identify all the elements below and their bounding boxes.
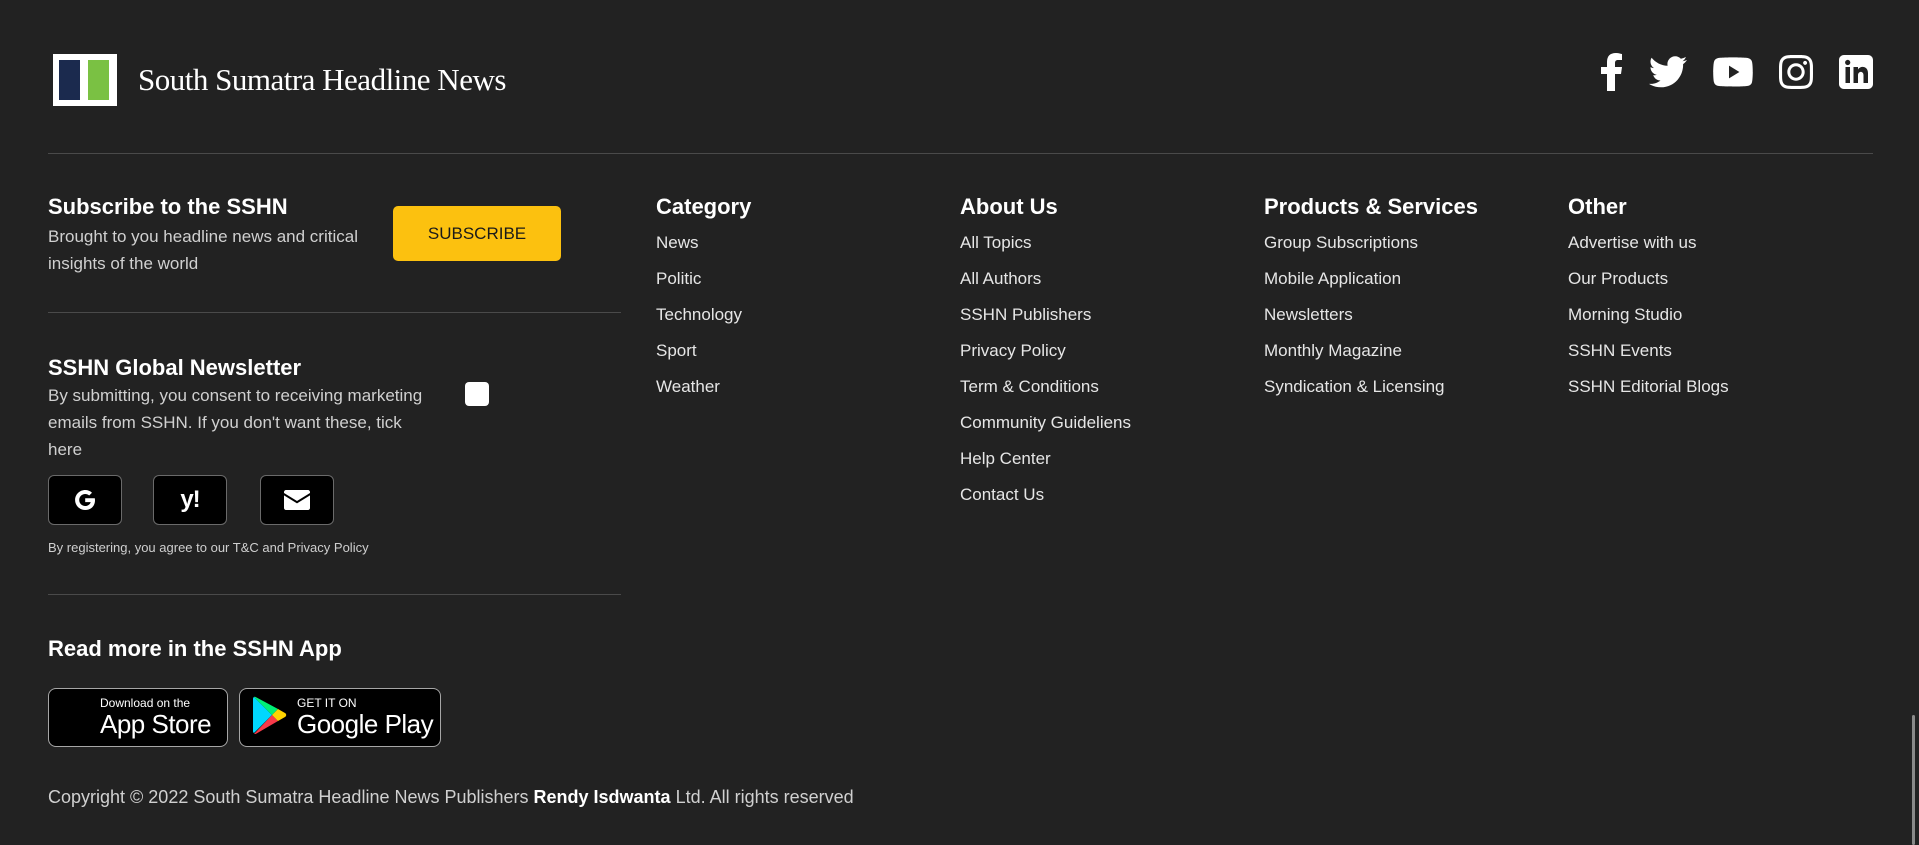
google-icon <box>73 488 97 512</box>
social-links <box>1575 52 1873 92</box>
apple-icon <box>62 698 90 737</box>
other-column: Other Advertise with us Our Products Mor… <box>1568 194 1729 409</box>
newsletter-description: By submitting, you consent to receiving … <box>48 386 423 459</box>
footer-link-newsletters[interactable]: Newsletters <box>1264 301 1478 337</box>
footer-link-help-center[interactable]: Help Center <box>960 445 1131 481</box>
category-title: Category <box>656 194 752 219</box>
subscribe-description: Brought to you headline news and critica… <box>48 227 358 273</box>
site-logo[interactable] <box>53 54 117 106</box>
footer-link-group-subscriptions[interactable]: Group Subscriptions <box>1264 229 1478 265</box>
footer-link-events[interactable]: SSHN Events <box>1568 337 1729 373</box>
category-list: News Politic Technology Sport Weather <box>656 229 751 409</box>
google-login-button[interactable] <box>48 475 122 525</box>
footer-link-technology[interactable]: Technology <box>656 301 751 337</box>
footer-link-morning-studio[interactable]: Morning Studio <box>1568 301 1729 337</box>
footer-link-news[interactable]: News <box>656 229 751 265</box>
footer-link-editorial-blogs[interactable]: SSHN Editorial Blogs <box>1568 373 1729 409</box>
footer-link-our-products[interactable]: Our Products <box>1568 265 1729 301</box>
newsletter-title: SSHN Global Newsletter <box>48 355 302 380</box>
instagram-icon[interactable] <box>1779 55 1813 89</box>
google-play-icon <box>253 696 287 739</box>
footer-top-bar: South Sumatra Headline News <box>48 52 1873 112</box>
copyright: Copyright © 2022 South Sumatra Headline … <box>48 787 854 808</box>
products-list: Group Subscriptions Mobile Application N… <box>1264 229 1478 409</box>
footer-link-sport[interactable]: Sport <box>656 337 751 373</box>
about-column: About Us All Topics All Authors SSHN Pub… <box>960 194 1131 517</box>
other-list: Advertise with us Our Products Morning S… <box>1568 229 1729 409</box>
linkedin-icon[interactable] <box>1839 55 1873 89</box>
page-scrollbar[interactable] <box>1912 715 1915 845</box>
logo-green-block <box>88 60 109 100</box>
copyright-suffix: Ltd. All rights reserved <box>670 787 854 807</box>
footer-link-weather[interactable]: Weather <box>656 373 751 409</box>
subscribe-button[interactable]: SUBSCRIBE <box>393 206 561 261</box>
google-play-big: Google Play <box>297 709 434 739</box>
products-column: Products & Services Group Subscriptions … <box>1264 194 1478 409</box>
google-play-text: GET IT ON Google Play <box>297 697 434 739</box>
newsletter-divider <box>48 594 621 595</box>
email-login-button[interactable] <box>260 475 334 525</box>
footer-link-publishers[interactable]: SSHN Publishers <box>960 301 1131 337</box>
mail-icon <box>284 490 310 510</box>
copyright-owner: Rendy Isdwanta <box>533 787 671 807</box>
registration-legal-text: By registering, you agree to our T&C and… <box>48 540 369 555</box>
youtube-icon[interactable] <box>1713 57 1753 87</box>
footer-link-all-authors[interactable]: All Authors <box>960 265 1131 301</box>
footer-link-terms[interactable]: Term & Conditions <box>960 373 1131 409</box>
other-title: Other <box>1568 194 1627 219</box>
footer-link-all-topics[interactable]: All Topics <box>960 229 1131 265</box>
footer-link-politic[interactable]: Politic <box>656 265 751 301</box>
footer-link-advertise[interactable]: Advertise with us <box>1568 229 1729 265</box>
app-store-text: Download on the App Store <box>100 697 212 739</box>
footer-link-mobile-application[interactable]: Mobile Application <box>1264 265 1478 301</box>
opt-out-checkbox[interactable] <box>465 382 489 406</box>
footer-link-syndication[interactable]: Syndication & Licensing <box>1264 373 1478 409</box>
copyright-prefix: Copyright © 2022 South Sumatra Headline … <box>48 787 534 807</box>
category-column: Category News Politic Technology Sport W… <box>656 194 751 409</box>
footer-link-contact-us[interactable]: Contact Us <box>960 481 1131 517</box>
yahoo-login-button[interactable]: y! <box>153 475 227 525</box>
facebook-icon[interactable] <box>1601 53 1623 91</box>
top-divider <box>48 153 1873 154</box>
app-store-big: App Store <box>100 709 212 739</box>
footer-link-monthly-magazine[interactable]: Monthly Magazine <box>1264 337 1478 373</box>
app-promo-title: Read more in the SSHN App <box>48 636 342 661</box>
app-store-button[interactable]: Download on the App Store <box>48 688 228 747</box>
products-title: Products & Services <box>1264 194 1478 219</box>
subscribe-divider <box>48 312 621 313</box>
twitter-icon[interactable] <box>1649 56 1687 88</box>
subscribe-title: Subscribe to the SSHN <box>48 194 288 219</box>
brand-name[interactable]: South Sumatra Headline News <box>138 62 506 98</box>
yahoo-icon: y! <box>180 486 200 513</box>
about-title: About Us <box>960 194 1058 219</box>
google-play-button[interactable]: GET IT ON Google Play <box>239 688 441 747</box>
footer-link-privacy-policy[interactable]: Privacy Policy <box>960 337 1131 373</box>
footer-link-community-guidelines[interactable]: Community Guideliens <box>960 409 1131 445</box>
logo-navy-block <box>59 60 80 100</box>
about-list: All Topics All Authors SSHN Publishers P… <box>960 229 1131 517</box>
